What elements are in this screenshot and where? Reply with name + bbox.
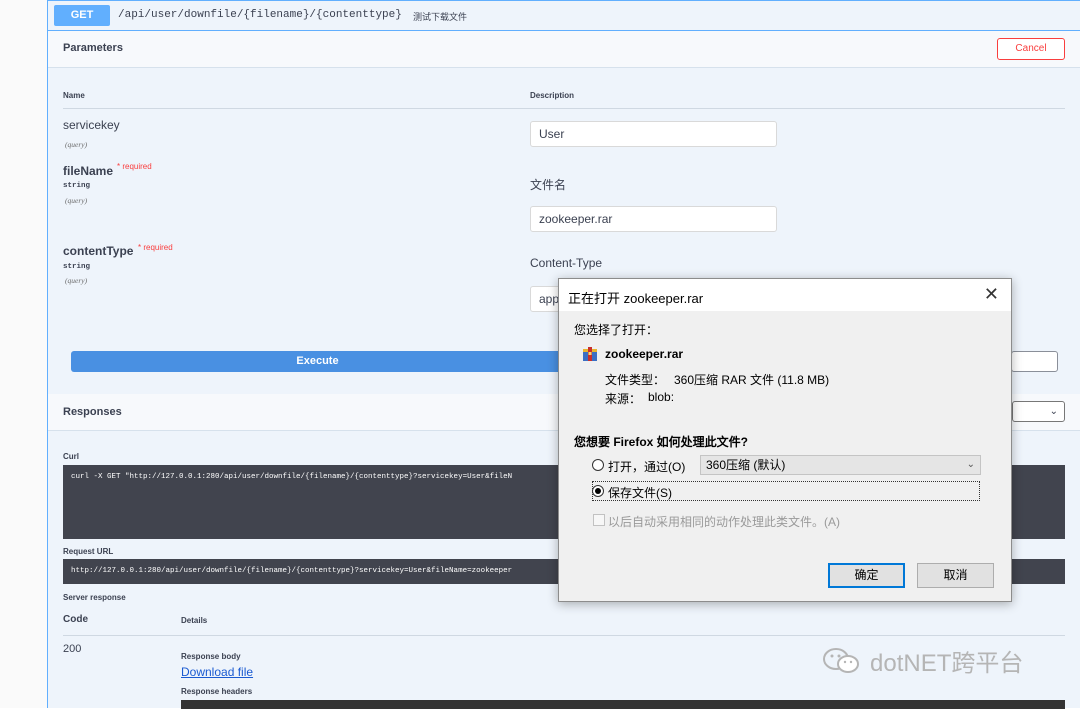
page-gutter (0, 0, 47, 708)
param-name-servicekey: servicekey (63, 118, 120, 132)
dialog-question: 您想要 Firefox 如何处理此文件? (574, 435, 749, 449)
auto-action-checkbox[interactable] (593, 514, 605, 526)
response-content-type-select[interactable]: ⌄ (1012, 401, 1065, 422)
source-label: 来源： (605, 392, 642, 406)
dialog-filename: zookeeper.rar (605, 347, 684, 361)
server-response-label: Server response (63, 593, 126, 602)
param-name-filename: fileName (63, 164, 114, 178)
param-in: (query) (65, 140, 88, 149)
download-file-link[interactable]: Download file (181, 665, 253, 679)
request-url-label: Request URL (63, 547, 114, 556)
param-type: string (63, 182, 91, 190)
method-badge: GET (54, 5, 110, 26)
auto-action-label: 以后自动采用相同的动作处理此类文件。(A) (608, 515, 840, 529)
ok-button[interactable]: 确定 (828, 563, 905, 588)
code-header: Code (63, 614, 88, 625)
divider (63, 108, 1065, 109)
open-with-label[interactable]: 打开，通过(O) (608, 458, 685, 475)
required-marker: * required (117, 162, 152, 171)
col-name-header: Name (63, 91, 85, 100)
response-code: 200 (63, 643, 82, 655)
execute-button[interactable]: Execute (71, 351, 564, 372)
filetype-value: 360压缩 RAR 文件 (11.8 MB) (674, 373, 830, 387)
dialog-cancel-button[interactable]: 取消 (917, 563, 994, 588)
source-value: blob: (648, 390, 675, 404)
dialog-title: 正在打开 zookeeper.rar (568, 291, 704, 306)
servicekey-input[interactable]: User (530, 121, 777, 147)
col-description-header: Description (530, 91, 575, 100)
curl-label: Curl (63, 452, 79, 461)
parameters-header: Parameters (48, 31, 1080, 68)
archive-file-icon (583, 347, 597, 361)
responses-title: Responses (63, 406, 122, 418)
open-with-app-select[interactable]: 360压缩 (默认) ⌄ (700, 455, 981, 475)
param-description-contenttype: Content-Type (530, 256, 603, 270)
param-type: string (63, 263, 91, 271)
param-description-filename: 文件名 (530, 178, 567, 192)
response-headers-label: Response headers (181, 687, 253, 696)
watermark-text: dotNET跨平台 (870, 650, 1024, 677)
dialog-intro: 您选择了打开： (574, 323, 659, 337)
operation-description: 测试下载文件 (413, 12, 468, 22)
open-file-dialog: 正在打开 zookeeper.rar ✕ 您选择了打开： zookeeper.r… (558, 278, 1012, 602)
save-file-label[interactable]: 保存文件(S) (608, 484, 672, 501)
operation-summary[interactable]: GET /api/user/downfile/{filename}/{conte… (48, 1, 1080, 31)
filename-input[interactable]: zookeeper.rar (530, 206, 777, 232)
filetype-label: 文件类型： (605, 373, 666, 387)
close-icon[interactable]: ✕ (984, 284, 999, 305)
dialog-titlebar: 正在打开 zookeeper.rar ✕ (559, 279, 1011, 311)
open-with-radio[interactable] (592, 459, 604, 471)
param-in: (query) (65, 276, 88, 285)
parameters-title: Parameters (63, 42, 123, 54)
open-with-app-value: 360压缩 (默认) (706, 458, 786, 472)
required-marker: * required (138, 243, 173, 252)
operation-path: /api/user/downfile/{filename}/{contentty… (118, 9, 402, 21)
cancel-button[interactable]: Cancel (997, 38, 1065, 60)
divider (63, 635, 1065, 636)
param-name-contenttype: contentType (63, 244, 134, 258)
response-body-label: Response body (181, 652, 241, 661)
chevron-down-icon: ⌄ (966, 459, 975, 470)
details-header: Details (181, 616, 208, 625)
param-in: (query) (65, 196, 88, 205)
wechat-icon (823, 648, 859, 673)
clear-button[interactable] (1011, 351, 1058, 372)
